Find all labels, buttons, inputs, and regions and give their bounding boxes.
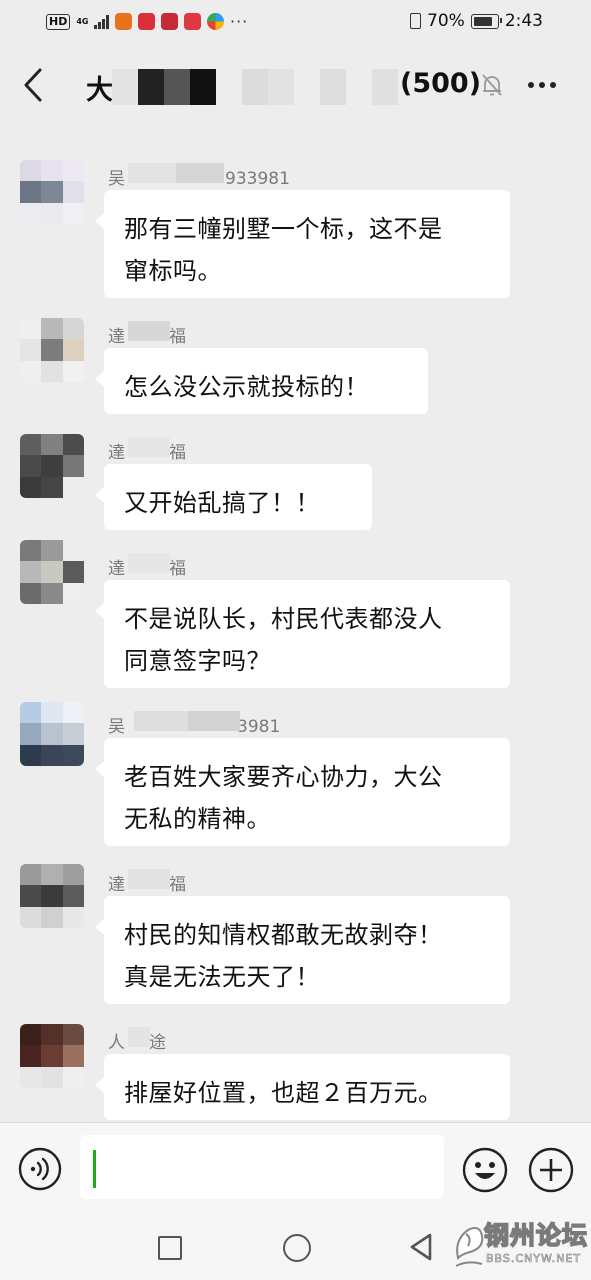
message-line: 那有三幢别墅一个标，这不是 bbox=[124, 215, 443, 243]
app-notification-icon bbox=[137, 13, 155, 30]
message-bubble[interactable]: 老百姓大家要齐心协力，大公 无私的精神。 bbox=[95, 738, 510, 846]
app-notification-icon bbox=[183, 13, 201, 30]
status-left: HD 4G ··· bbox=[46, 12, 248, 31]
chat-title-prefix: 大 bbox=[86, 75, 113, 106]
redacted-title-blur bbox=[268, 69, 294, 105]
redacted-name-blur bbox=[128, 437, 170, 457]
sender-name-end: 福 bbox=[169, 875, 186, 895]
message-bubble[interactable]: 那有三幢别墅一个标，这不是 窜标吗。 bbox=[95, 190, 510, 298]
watermark-url: BBS.CNYW.NET bbox=[486, 1252, 582, 1266]
watermark: 钢州论坛 BBS.CNYW.NET bbox=[452, 1212, 591, 1280]
back-arrow-icon[interactable] bbox=[22, 66, 44, 104]
message-line: 老百姓大家要齐心协力，大公 bbox=[124, 763, 443, 791]
avatar[interactable] bbox=[20, 540, 84, 604]
battery-icon bbox=[470, 13, 502, 29]
sender-name-end: 3981 bbox=[237, 717, 281, 737]
bell-muted-icon bbox=[482, 74, 502, 96]
plus-icon[interactable] bbox=[528, 1147, 574, 1193]
message-line: 无私的精神。 bbox=[124, 805, 271, 833]
sender-name-end: 福 bbox=[169, 443, 186, 463]
app-notification-icon bbox=[206, 13, 224, 30]
watermark-logo-icon bbox=[455, 1227, 484, 1267]
back-triangle-icon[interactable] bbox=[408, 1232, 434, 1262]
hd-indicator: HD bbox=[46, 13, 71, 30]
network-type: 4G bbox=[76, 16, 89, 26]
recents-button[interactable] bbox=[158, 1236, 182, 1260]
app-notification-icon bbox=[114, 13, 132, 30]
message-line: 不是说队长，村民代表都没人 bbox=[124, 605, 443, 633]
sender-name-start: 達 bbox=[108, 875, 125, 895]
message-bubble[interactable]: 村民的知情权都敢无故剥夺！ 真是无法无天了！ bbox=[95, 896, 510, 1004]
message-line: 村民的知情权都敢无故剥夺！ bbox=[124, 921, 443, 949]
sender-name-start: 吴 bbox=[108, 169, 125, 189]
message-line: 又开始乱搞了！！ bbox=[124, 489, 320, 517]
chat-title-suffix: (500) bbox=[400, 68, 482, 99]
message-line: 真是无法无天了！ bbox=[124, 963, 320, 991]
watermark-text: 钢州论坛 bbox=[483, 1220, 589, 1251]
chat-title[interactable]: 大 bbox=[86, 68, 113, 107]
redacted-name-blur bbox=[128, 163, 176, 183]
avatar[interactable] bbox=[20, 1024, 84, 1088]
avatar[interactable] bbox=[20, 160, 84, 224]
redacted-name-blur bbox=[188, 711, 240, 731]
emoji-icon[interactable] bbox=[462, 1147, 508, 1193]
redacted-name-blur bbox=[128, 553, 170, 573]
redacted-title-blur bbox=[372, 69, 398, 105]
sender-name-start: 達 bbox=[108, 559, 125, 579]
redacted-name-blur bbox=[176, 163, 224, 183]
sender-name-start: 人 bbox=[108, 1033, 125, 1053]
clock: 2:43 bbox=[504, 11, 543, 31]
sender-name-end: 福 bbox=[169, 327, 186, 347]
sender-name-end: 途 bbox=[149, 1033, 166, 1053]
sender-name-start: 達 bbox=[108, 443, 125, 463]
message-bubble[interactable]: 怎么没公示就投标的！ bbox=[95, 348, 428, 414]
redacted-title-blur bbox=[164, 69, 190, 105]
redacted-title-blur bbox=[242, 69, 268, 105]
redacted-name-blur bbox=[128, 869, 170, 889]
status-right: 70% 2:43 bbox=[410, 11, 543, 31]
avatar[interactable] bbox=[20, 318, 84, 382]
member-count: (500) bbox=[400, 68, 481, 99]
message-bubble[interactable]: 又开始乱搞了！！ bbox=[95, 464, 372, 530]
voice-input-icon[interactable] bbox=[18, 1147, 62, 1191]
avatar[interactable] bbox=[20, 434, 84, 498]
redacted-name-blur bbox=[128, 321, 170, 341]
message-bubble[interactable]: 不是说队长，村民代表都没人 同意签字吗？ bbox=[95, 580, 510, 688]
input-bar bbox=[0, 1122, 591, 1215]
avatar[interactable] bbox=[20, 702, 84, 766]
avatar[interactable] bbox=[20, 864, 84, 928]
message-line: 同意签字吗？ bbox=[124, 647, 271, 675]
home-button[interactable] bbox=[283, 1234, 311, 1262]
message-line: 怎么没公示就投标的！ bbox=[124, 373, 369, 401]
text-cursor bbox=[93, 1150, 96, 1188]
more-icon[interactable] bbox=[528, 82, 556, 88]
battery-percent: 70% bbox=[427, 11, 465, 31]
status-bar: HD 4G ··· 70% 2:43 bbox=[0, 0, 591, 44]
sender-name-end: 福 bbox=[169, 559, 186, 579]
more-notifications-icon: ··· bbox=[229, 12, 249, 31]
sender-name-start: 達 bbox=[108, 327, 125, 347]
redacted-name-blur bbox=[134, 711, 188, 731]
sender-name-end: 933981 bbox=[225, 169, 290, 189]
message-line: 排屋好位置，也超２百万元。 bbox=[124, 1079, 443, 1107]
sender-name-start: 吴 bbox=[108, 717, 125, 737]
message-bubble[interactable]: 排屋好位置，也超２百万元。 bbox=[95, 1054, 510, 1120]
redacted-title-blur bbox=[138, 69, 164, 105]
message-input[interactable] bbox=[80, 1135, 444, 1199]
vibrate-icon bbox=[410, 13, 422, 29]
redacted-name-blur bbox=[128, 1027, 150, 1047]
chat-header: 大 (500) bbox=[0, 44, 591, 124]
redacted-title-blur bbox=[112, 69, 138, 105]
message-line: 窜标吗。 bbox=[124, 257, 222, 285]
redacted-title-blur bbox=[320, 69, 346, 105]
app-notification-icon bbox=[160, 13, 178, 30]
redacted-title-blur bbox=[190, 69, 216, 105]
signal-icon bbox=[94, 14, 109, 29]
